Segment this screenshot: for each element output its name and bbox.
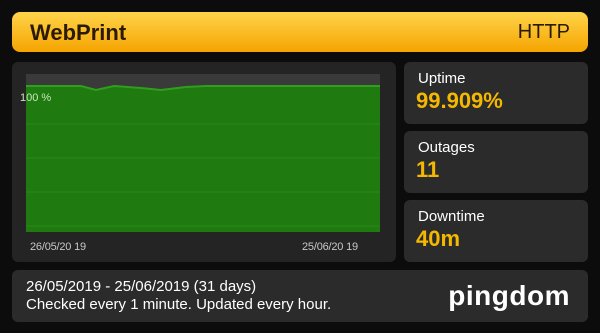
downtime-value: 40m	[416, 226, 461, 251]
outages-value: 11	[416, 157, 440, 182]
pingdom-logo[interactable]: pingdom	[448, 280, 570, 312]
outages-label: Outages	[418, 139, 475, 156]
x-axis-end-label: 25/06/20 19	[302, 241, 358, 253]
footer-panel: 26/05/2019 - 25/06/2019 (31 days) Checke…	[12, 270, 588, 322]
header-bar: WebPrint HTTP	[12, 12, 588, 52]
uptime-chart-panel	[12, 62, 396, 262]
outages-stat: Outages 11	[404, 131, 588, 193]
uptime-label: Uptime	[418, 70, 466, 87]
pingdom-widget: WebPrint HTTP 100 % 26/05/20 19 25/06/20…	[0, 0, 600, 333]
uptime-chart	[26, 74, 380, 232]
uptime-value: 99.909%	[416, 88, 503, 113]
check-interval: Checked every 1 minute. Updated every ho…	[26, 296, 332, 313]
y-axis-label: 100 %	[20, 92, 52, 104]
uptime-area	[26, 86, 380, 232]
downtime-stat: Downtime 40m	[404, 200, 588, 262]
downtime-label: Downtime	[418, 208, 485, 225]
site-title: WebPrint	[30, 20, 127, 45]
uptime-graph	[26, 84, 380, 232]
date-range: 26/05/2019 - 25/06/2019 (31 days)	[26, 278, 257, 295]
protocol-label: HTTP	[517, 21, 570, 43]
x-axis-start-label: 26/05/20 19	[30, 241, 86, 253]
uptime-stat: Uptime 99.909%	[404, 62, 588, 124]
